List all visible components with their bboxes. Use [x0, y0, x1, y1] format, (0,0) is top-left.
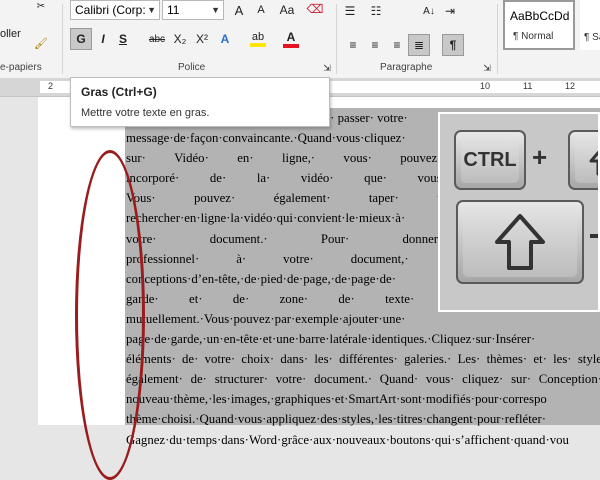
ruler-number: 2 [48, 81, 54, 91]
text-line: nouveau·thème,·les·images,·graphiques·et… [126, 392, 547, 407]
align-right-icon[interactable]: ≡ [388, 36, 406, 54]
indent-icon[interactable]: ⇥ [440, 2, 460, 20]
paragraph-group-label: Paragraphe [380, 62, 433, 73]
chevron-down-icon: ▼ [147, 5, 156, 15]
bold-button[interactable]: G [70, 28, 92, 50]
red-annotation-ellipse [75, 150, 145, 480]
shift-key-large [456, 200, 584, 284]
separator [62, 4, 63, 74]
shift-arrow-icon [575, 137, 598, 183]
font-color-button[interactable]: A [280, 28, 302, 50]
separator [336, 4, 337, 74]
highlight-color-bar [250, 43, 266, 47]
font-color-label: A [286, 29, 296, 44]
italic-button[interactable]: I [94, 28, 112, 50]
numbering-icon[interactable]: ☷ [366, 2, 386, 20]
tooltip-title: Gras (Ctrl+G) [81, 85, 157, 99]
clipboard-group-label: e-papiers [0, 62, 42, 73]
shift-key-small [568, 130, 598, 190]
change-case-button[interactable]: Aa [274, 1, 300, 19]
paste-button[interactable]: oller [0, 26, 26, 42]
ctrl-key: CTRL [454, 130, 526, 190]
plus-sign-partial [590, 234, 598, 238]
format-painter-icon[interactable]: 🖌 [34, 36, 48, 50]
font-name-value: Calibri (Corp: [75, 3, 146, 17]
text-line: thème·choisi.·Quand·vous·appliquez·des·s… [126, 412, 546, 427]
superscript-button[interactable]: X² [192, 28, 212, 50]
ruler-number: 12 [565, 81, 576, 91]
bold-tooltip: Gras (Ctrl+G) Mettre votre texte en gras… [70, 77, 330, 127]
ruler-number: 10 [480, 81, 491, 91]
justify-icon[interactable]: ≣ [408, 34, 430, 56]
ribbon: ✂ oller 🖌 e-papiers Calibri (Corp: ▼ 11 … [0, 0, 600, 79]
highlight-label: ab [251, 31, 265, 43]
font-group-label: Police [178, 62, 206, 73]
text-line: Gagnez·du·temps·dans·Word·grâce·aux·nouv… [126, 432, 569, 447]
grow-font-button[interactable]: A [230, 1, 248, 19]
separator [497, 4, 498, 74]
underline-button[interactable]: S [114, 28, 132, 50]
style-next-label: ¶ Sa [584, 32, 600, 43]
font-size-select[interactable]: 11 ▼ [162, 0, 224, 20]
style-preview: AaBbCcDd [510, 9, 570, 23]
bullets-icon[interactable]: ☰ [340, 2, 360, 20]
plus-sign: + [532, 142, 548, 172]
clear-formatting-icon[interactable]: ⌫ [306, 0, 324, 18]
subscript-button[interactable]: X₂ [170, 28, 190, 50]
text-line: éléments· de· votre· choix· dans· les· d… [126, 352, 600, 367]
shrink-font-button[interactable]: A [252, 1, 270, 19]
shift-arrow-icon [463, 207, 577, 277]
font-size-value: 11 [167, 3, 180, 17]
chevron-down-icon: ▼ [211, 5, 220, 15]
strikethrough-button[interactable]: abc [146, 28, 168, 50]
ctrl-key-label: CTRL [461, 137, 519, 183]
font-name-select[interactable]: Calibri (Corp: ▼ [70, 0, 160, 20]
dialog-launcher-icon[interactable]: ⇲ [482, 62, 492, 74]
align-center-icon[interactable]: ≡ [366, 36, 384, 54]
ruler-number: 11 [523, 81, 533, 91]
align-left-icon[interactable]: ≡ [344, 36, 362, 54]
highlight-button[interactable]: ab [244, 28, 272, 50]
tooltip-description: Mettre votre texte en gras. [81, 107, 210, 119]
text-line: page·de·garde,·un·en-tête·et·une·barre·l… [126, 332, 536, 347]
text-line: également· de· structurer· votre· docume… [126, 372, 600, 387]
style-next-tile[interactable]: ¶ Sa [580, 0, 600, 50]
style-normal-tile[interactable]: AaBbCcDd ¶ Normal [503, 0, 575, 50]
text-effects-icon[interactable]: A [216, 28, 234, 50]
cut-icon[interactable]: ✂ [34, 0, 48, 12]
show-marks-button[interactable]: ¶ [442, 34, 464, 56]
sort-icon[interactable]: A↓ [420, 2, 438, 20]
font-color-bar [283, 43, 299, 48]
style-normal-label: ¶ Normal [513, 31, 554, 42]
dialog-launcher-icon[interactable]: ⇲ [322, 62, 332, 74]
keyboard-shortcut-image: CTRL + [438, 112, 600, 312]
